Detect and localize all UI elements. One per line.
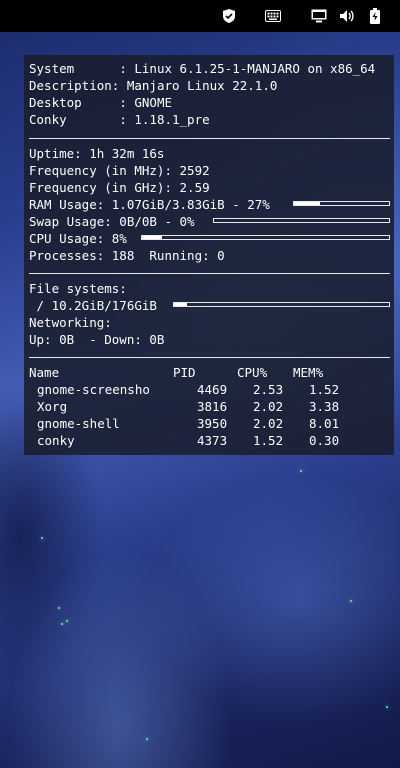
- conky-panel: System : Linux 6.1.25-1-MANJARO on x86_6…: [24, 55, 394, 455]
- conky-version-row: Conky : 1.18.1_pre: [29, 112, 210, 127]
- description-row: Description: Manjaro Linux 22.1.0: [29, 78, 278, 93]
- frequency-mhz: Frequency (in MHz): 2592: [29, 163, 210, 178]
- cpu-usage-bar: [141, 235, 390, 240]
- process-mem: 0.30: [309, 433, 340, 448]
- keyboard-icon[interactable]: [265, 8, 281, 24]
- process-header-cpu: CPU%: [237, 365, 268, 380]
- process-cpu: 2.02: [253, 416, 284, 431]
- swap-usage: Swap Usage: 0B/0B - 0%: [29, 214, 195, 229]
- system-row: System : Linux 6.1.25-1-MANJARO on x86_6…: [29, 61, 376, 76]
- root-filesystem: / 10.2GiB/176GiB: [29, 298, 157, 313]
- frequency-ghz: Frequency (in GHz): 2.59: [29, 180, 210, 195]
- networking-title: Networking:: [29, 315, 112, 330]
- divider: [29, 357, 390, 358]
- process-cpu: 2.02: [253, 399, 284, 414]
- desktop-row: Desktop : GNOME: [29, 95, 173, 110]
- process-name: conky: [37, 433, 75, 448]
- process-name: Xorg: [37, 399, 68, 414]
- process-mem: 8.01: [309, 416, 340, 431]
- root-filesystem-bar: [173, 302, 390, 307]
- swap-usage-bar: [213, 218, 390, 223]
- process-cpu: 1.52: [253, 433, 284, 448]
- divider: [29, 273, 390, 274]
- processes-count: Processes: 188 Running: 0: [29, 248, 225, 263]
- process-pid: 4373: [197, 433, 228, 448]
- process-mem: 1.52: [309, 382, 340, 397]
- root-filesystem-bar-fill: [174, 303, 187, 306]
- cpu-usage: CPU Usage: 8%: [29, 231, 127, 246]
- network-traffic: Up: 0B - Down: 0B: [29, 332, 165, 347]
- process-header-name: Name: [29, 365, 60, 380]
- process-header-mem: MEM%: [293, 365, 324, 380]
- process-cpu: 2.53: [253, 382, 284, 397]
- file-systems-title: File systems:: [29, 281, 127, 296]
- process-pid: 3816: [197, 399, 228, 414]
- process-name: gnome-screensho: [37, 382, 150, 397]
- divider: [29, 138, 390, 139]
- ram-usage-bar: [293, 201, 390, 206]
- screen-icon[interactable]: [311, 8, 327, 24]
- process-pid: 4469: [197, 382, 228, 397]
- volume-icon[interactable]: [339, 8, 355, 24]
- top-bar: [0, 0, 400, 32]
- process-name: gnome-shell: [37, 416, 120, 431]
- ram-usage: RAM Usage: 1.07GiB/3.83GiB - 27%: [29, 197, 270, 212]
- ram-usage-bar-fill: [294, 202, 320, 205]
- process-header-pid: PID: [173, 365, 196, 380]
- process-mem: 3.38: [309, 399, 340, 414]
- uptime: Uptime: 1h 32m 16s: [29, 146, 165, 161]
- shield-icon[interactable]: [221, 8, 237, 24]
- battery-icon[interactable]: [367, 8, 383, 24]
- process-pid: 3950: [197, 416, 228, 431]
- cpu-usage-bar-fill: [142, 236, 162, 239]
